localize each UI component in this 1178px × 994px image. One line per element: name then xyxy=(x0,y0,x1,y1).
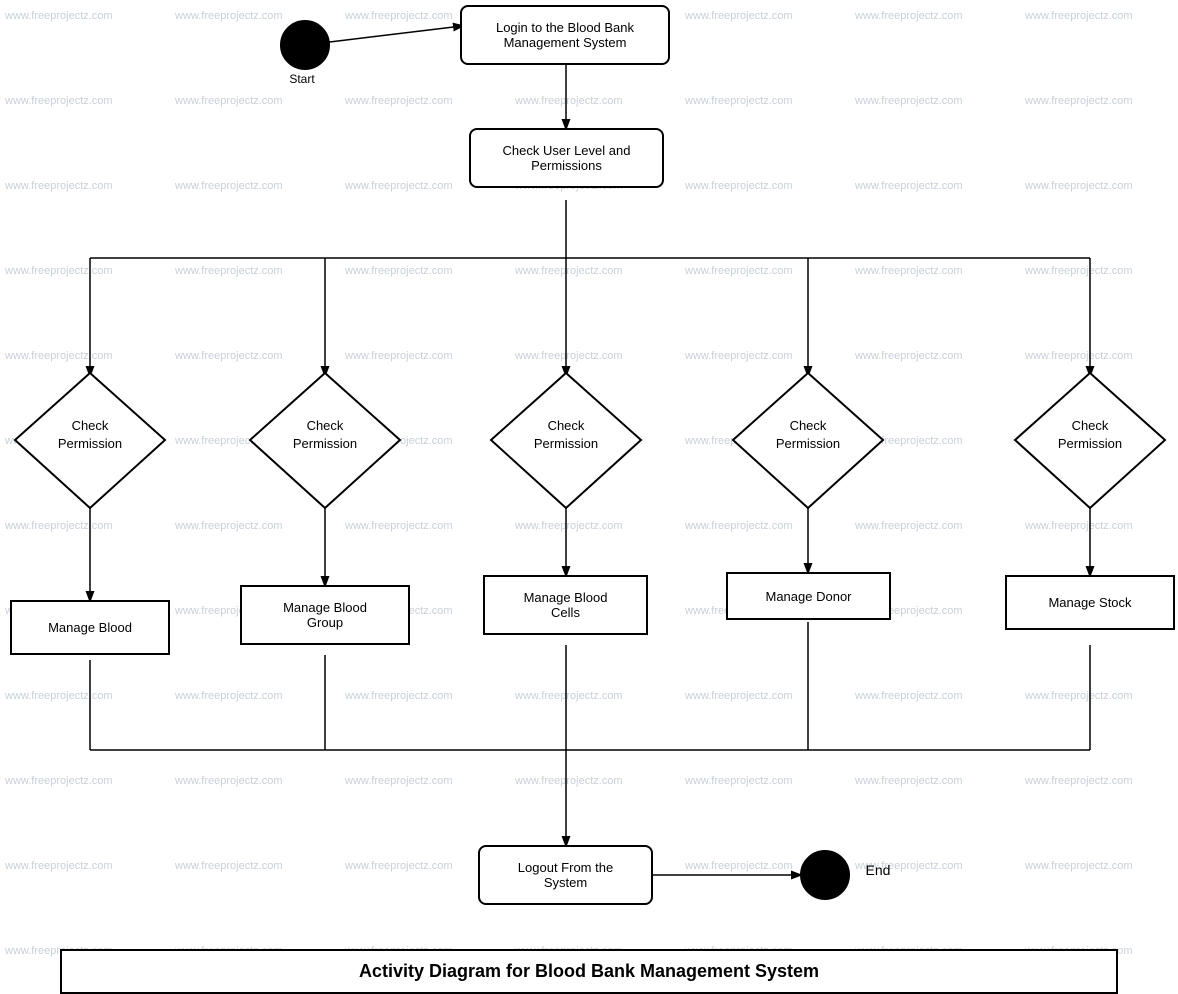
manage-donor-node: Manage Donor xyxy=(726,572,891,620)
diagram-container: // Generate watermarks const wm = docume… xyxy=(0,0,1178,994)
diamond-1: Check Permission xyxy=(10,368,170,513)
manage-blood-node: Manage Blood xyxy=(10,600,170,655)
svg-text:Permission: Permission xyxy=(534,436,598,451)
end-label: End xyxy=(858,862,898,878)
svg-text:Check: Check xyxy=(72,418,109,433)
svg-text:Check: Check xyxy=(548,418,585,433)
manage-stock-node: Manage Stock xyxy=(1005,575,1175,630)
manage-blood-label: Manage Blood xyxy=(48,620,132,635)
manage-blood-group-node: Manage Blood Group xyxy=(240,585,410,645)
svg-text:Permission: Permission xyxy=(1058,436,1122,451)
diamond-4: Check Permission xyxy=(728,368,888,513)
logout-node: Logout From the System xyxy=(478,845,653,905)
diamond-3: Check Permission xyxy=(486,368,646,513)
check-user-level-label: Check User Level and Permissions xyxy=(503,143,631,173)
diagram-title-text: Activity Diagram for Blood Bank Manageme… xyxy=(359,961,819,981)
svg-text:Permission: Permission xyxy=(293,436,357,451)
svg-text:Permission: Permission xyxy=(58,436,122,451)
diagram-title: Activity Diagram for Blood Bank Manageme… xyxy=(60,949,1118,994)
login-label: Login to the Blood Bank Management Syste… xyxy=(496,20,634,50)
svg-text:Permission: Permission xyxy=(776,436,840,451)
diamond-2: Check Permission xyxy=(245,368,405,513)
start-node xyxy=(280,20,330,70)
end-node xyxy=(800,850,850,900)
check-user-level-node: Check User Level and Permissions xyxy=(469,128,664,188)
svg-text:Check: Check xyxy=(1072,418,1109,433)
manage-blood-group-label: Manage Blood Group xyxy=(283,600,367,630)
diamond-5: Check Permission xyxy=(1010,368,1170,513)
manage-donor-label: Manage Donor xyxy=(766,589,852,604)
login-node: Login to the Blood Bank Management Syste… xyxy=(460,5,670,65)
svg-text:Check: Check xyxy=(790,418,827,433)
svg-text:Check: Check xyxy=(307,418,344,433)
manage-blood-cells-node: Manage Blood Cells xyxy=(483,575,648,635)
manage-stock-label: Manage Stock xyxy=(1048,595,1131,610)
start-label: Start xyxy=(272,72,332,86)
manage-blood-cells-label: Manage Blood Cells xyxy=(524,590,608,620)
logout-label: Logout From the System xyxy=(518,860,613,890)
